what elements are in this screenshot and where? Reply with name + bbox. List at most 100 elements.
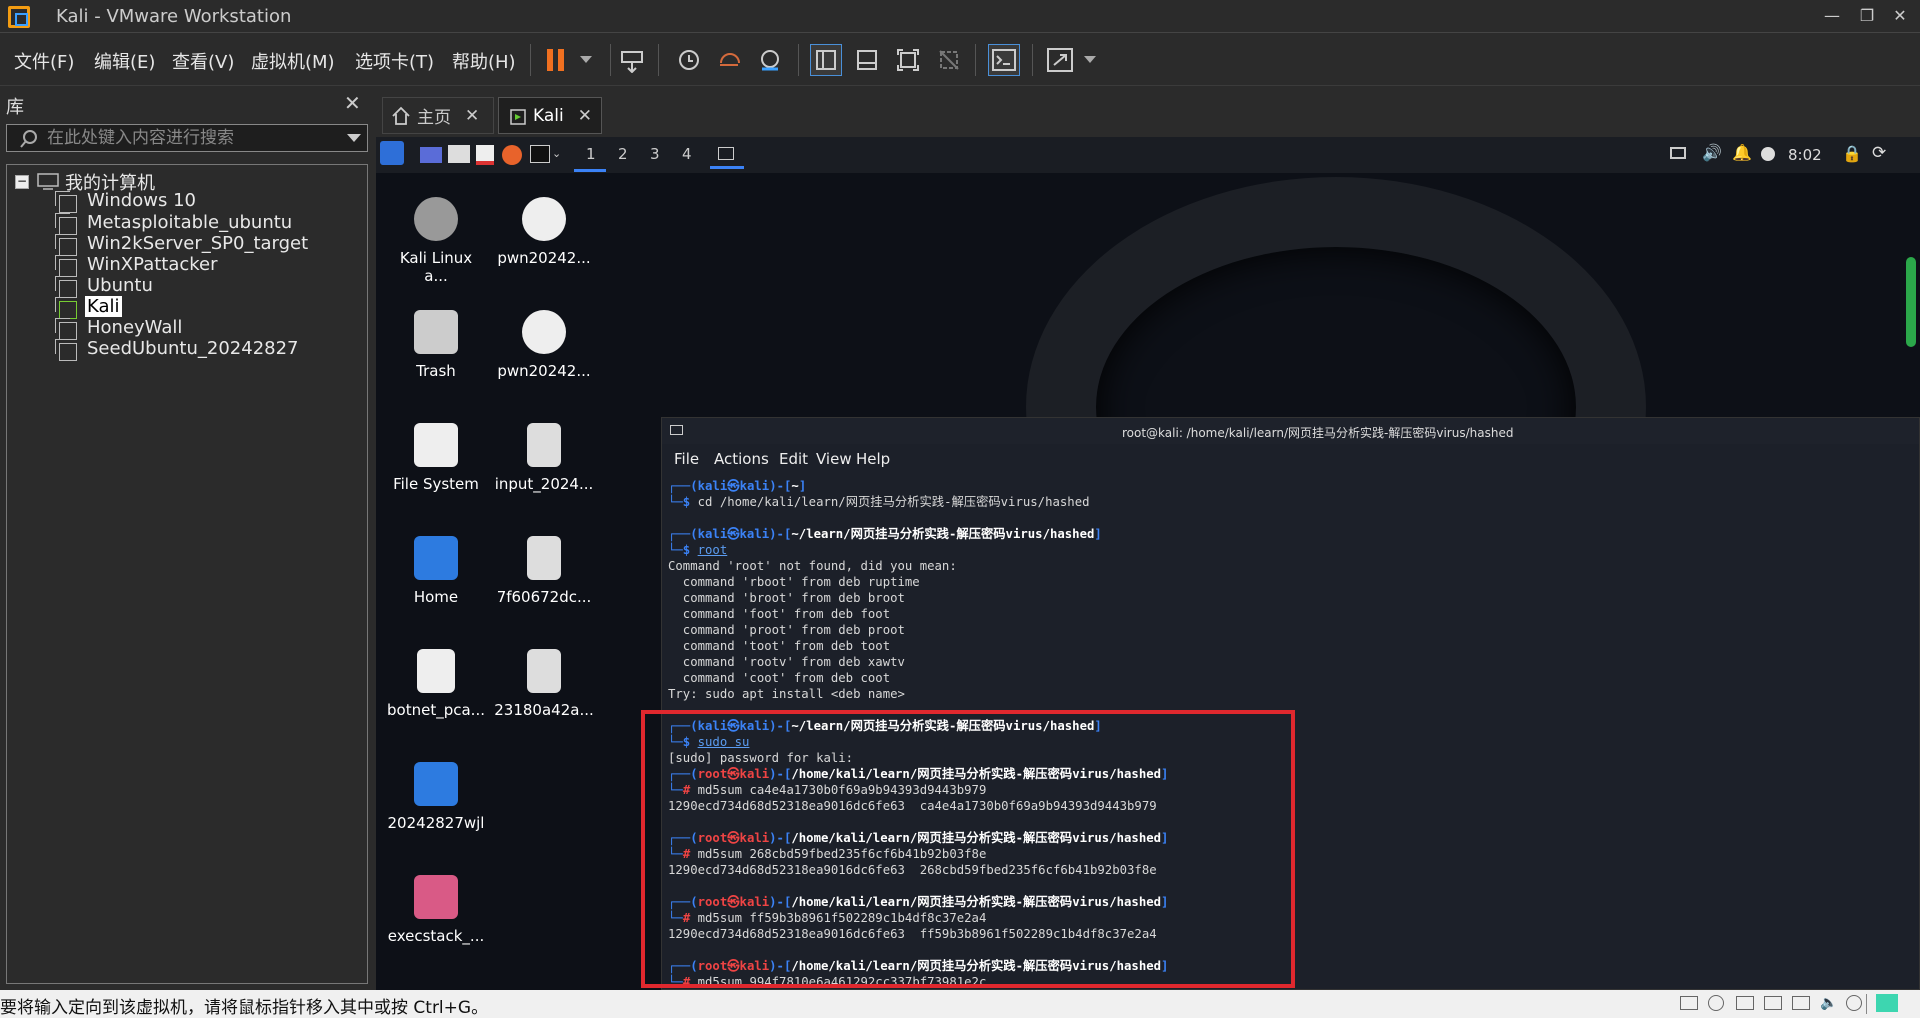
highlight-box	[641, 710, 1295, 988]
chevron-down-icon[interactable]	[1074, 44, 1106, 76]
menubar: 文件(F) 编辑(E) 查看(V) 虚拟机(M) 选项卡(T) 帮助(H)	[0, 34, 1920, 86]
minimize-icon[interactable]: —	[1820, 6, 1844, 26]
pause-icon[interactable]	[540, 44, 572, 76]
close-icon[interactable]: ✕	[578, 106, 592, 126]
desktop-icon-trash[interactable]: Trash	[386, 310, 486, 380]
close-icon[interactable]: ✕	[344, 91, 361, 115]
snapshot-icon[interactable]	[672, 44, 704, 76]
display-icon[interactable]	[1670, 147, 1686, 159]
taskbar-terminal-window[interactable]	[710, 145, 744, 169]
collapse-icon[interactable]: −	[15, 175, 29, 189]
vm-icon	[55, 318, 77, 340]
computer-icon	[37, 173, 59, 190]
vmware-logo-icon	[8, 6, 30, 28]
desktop-icon-execstack[interactable]: execstack_...	[386, 875, 486, 945]
menu-file[interactable]: 文件(F)	[14, 48, 74, 74]
unity-mode-icon[interactable]	[933, 44, 965, 76]
term-menu-file[interactable]: File	[674, 450, 699, 468]
file-manager-icon[interactable]	[448, 145, 470, 163]
thumbnail-bar-icon[interactable]	[851, 44, 883, 76]
vm-icon	[55, 191, 77, 213]
vm-icon	[55, 255, 77, 277]
status-text: 要将输入定向到该虚拟机，请将鼠标指针移入其中或按 Ctrl+G。	[0, 998, 489, 1018]
workspace-2[interactable]: 2	[618, 145, 628, 163]
desktop-icon-23180a42a[interactable]: 23180a42a...	[494, 649, 594, 719]
revert-snapshot-icon[interactable]	[713, 44, 745, 76]
tab-home-label: 主页	[417, 108, 451, 128]
library-title: 库	[6, 97, 24, 118]
message-icon[interactable]	[1876, 994, 1898, 1012]
tree-item-ubuntu[interactable]: Ubuntu	[87, 275, 153, 296]
terminal-icon	[670, 425, 683, 435]
term-menu-actions[interactable]: Actions	[714, 450, 769, 468]
chevron-down-icon[interactable]	[347, 134, 361, 143]
desktop-icon-pwn1[interactable]: pwn20242...	[494, 197, 594, 267]
tree-item-seedubuntu[interactable]: SeedUbuntu_20242827	[87, 338, 299, 359]
desktop-icon-input[interactable]: input_2024...	[494, 423, 594, 493]
printer-icon[interactable]	[1792, 996, 1810, 1010]
volume-icon[interactable]: 🔊	[1702, 143, 1722, 162]
menu-vm[interactable]: 虚拟机(M)	[251, 48, 335, 74]
workspace-4[interactable]: 4	[682, 145, 692, 163]
console-view-icon[interactable]	[988, 44, 1020, 76]
desktop-icon-file-system[interactable]: File System	[386, 423, 486, 493]
fullscreen-icon[interactable]	[892, 44, 924, 76]
tree-item-metasploitable[interactable]: Metasploitable_ubuntu	[87, 212, 292, 233]
library-panel: 库 ✕ − 我的计算机 Windows 10 Metasploitable_ub…	[0, 87, 372, 987]
tab-home[interactable]: 主页 ✕	[382, 97, 494, 134]
term-menu-help[interactable]: Help	[856, 450, 890, 468]
search-input[interactable]	[47, 127, 347, 149]
network-icon[interactable]	[1736, 996, 1754, 1010]
tree-item-windows10[interactable]: Windows 10	[87, 190, 196, 211]
tree-item-honeywall[interactable]: HoneyWall	[87, 317, 182, 338]
term-menu-view[interactable]: View	[816, 450, 852, 468]
usb-icon[interactable]	[1764, 996, 1782, 1010]
cd-icon[interactable]	[1708, 995, 1724, 1011]
restore-icon[interactable]: ❐	[1855, 6, 1879, 26]
vm-running-icon	[55, 297, 77, 319]
close-icon[interactable]: ✕	[1888, 6, 1912, 26]
send-keys-icon[interactable]	[616, 44, 648, 76]
tree-item-win2kserver[interactable]: Win2kServer_SP0_target	[87, 233, 308, 254]
library-toggle-icon[interactable]	[810, 44, 842, 76]
tree-item-winxpattacker[interactable]: WinXPattacker	[87, 254, 218, 275]
terminal-icon[interactable]	[530, 145, 550, 163]
lock-icon[interactable]: 🔒	[1842, 144, 1862, 163]
library-search[interactable]	[6, 124, 368, 152]
firefox-icon[interactable]	[502, 145, 522, 165]
logout-icon[interactable]: ⟳	[1872, 143, 1886, 163]
menu-help[interactable]: 帮助(H)	[452, 48, 516, 74]
clock[interactable]: 8:02	[1788, 146, 1822, 164]
text-editor-icon[interactable]	[476, 145, 494, 165]
workspace-3[interactable]: 3	[650, 145, 660, 163]
menu-view[interactable]: 查看(V)	[172, 48, 234, 74]
chevron-down-icon[interactable]	[570, 44, 602, 76]
term-menu-edit[interactable]: Edit	[779, 450, 808, 468]
sound-icon[interactable]: 🔈	[1820, 995, 1837, 1011]
vm-icon	[55, 213, 77, 235]
close-icon[interactable]: ✕	[465, 106, 479, 126]
hdd-icon[interactable]	[1680, 996, 1698, 1010]
menu-tabs[interactable]: 选项卡(T)	[355, 48, 434, 74]
stretch-view-icon[interactable]	[1044, 44, 1076, 76]
power-status-icon[interactable]	[1761, 147, 1775, 161]
tab-kali[interactable]: Kali ✕	[498, 97, 602, 134]
kali-menu-icon[interactable]	[380, 141, 404, 165]
workspace-1[interactable]: 1	[586, 145, 596, 163]
desktop-icon-home[interactable]: Home	[386, 536, 486, 606]
chevron-down-icon[interactable]: ⌄	[552, 147, 561, 160]
scrollbar[interactable]	[1906, 257, 1916, 347]
desktop-icon-20242827wjl[interactable]: 20242827wjl	[386, 762, 486, 832]
desktop-icon-kali-linux[interactable]: Kali Linux a...	[386, 197, 486, 285]
snapshot-manager-icon[interactable]	[754, 44, 786, 76]
show-desktop-icon[interactable]	[420, 147, 442, 163]
tree-item-kali[interactable]: Kali	[85, 296, 122, 317]
desktop-icon-7f60672dc[interactable]: 7f60672dc...	[494, 536, 594, 606]
search-icon	[20, 130, 37, 148]
display-icon[interactable]	[1846, 995, 1862, 1011]
menu-edit[interactable]: 编辑(E)	[94, 48, 155, 74]
desktop-icon-pwn2[interactable]: pwn20242...	[494, 310, 594, 380]
notification-bell-icon[interactable]: 🔔	[1732, 143, 1752, 162]
desktop-icon-botnet[interactable]: botnet_pca...	[386, 649, 486, 719]
vm-tree: − 我的计算机 Windows 10 Metasploitable_ubuntu…	[6, 164, 368, 984]
